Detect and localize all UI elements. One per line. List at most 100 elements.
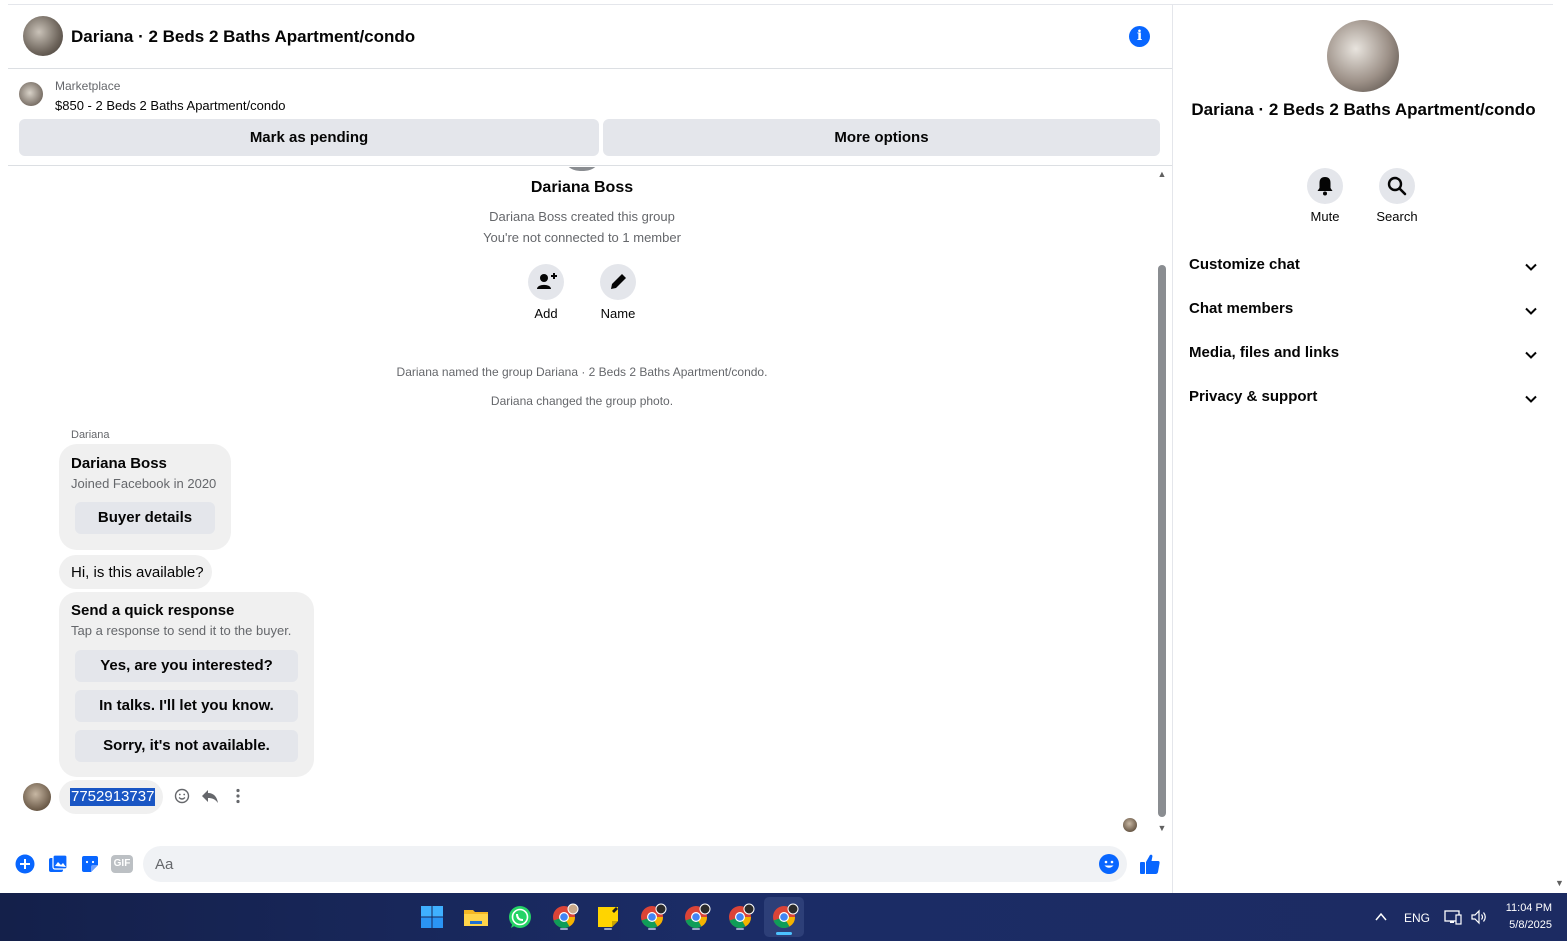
profile-card-bubble: Dariana Boss Joined Facebook in 2020 Buy… [59,444,231,550]
language-indicator[interactable]: ENG [1404,911,1430,925]
chrome-icon[interactable] [636,901,668,933]
buyer-name: Dariana Boss [71,455,167,472]
creator-name: Dariana Boss [530,179,634,196]
running-indicator [692,928,700,930]
message-text: Hi, is this available? [71,564,204,581]
quick-response-option[interactable]: Yes, are you interested? [75,650,298,682]
listing-thumbnail[interactable] [19,82,43,106]
message-bubble[interactable]: Hi, is this available? [59,555,212,589]
page-scrollbar[interactable]: ▼ [1553,4,1567,893]
seen-avatar [1123,818,1137,832]
more-actions-icon[interactable] [228,786,248,806]
message-input-placeholder: Aa [155,856,174,873]
start-icon[interactable] [416,901,448,933]
quick-response-option[interactable]: Sorry, it's not available. [75,730,298,762]
react-icon[interactable] [172,786,192,806]
chat-title[interactable]: Dariana · 2 Beds 2 Baths Apartment/condo [71,27,415,47]
add-member-button[interactable] [528,264,564,300]
mute-button[interactable] [1307,168,1343,204]
panel-chat-name: Dariana · 2 Beds 2 Baths Apartment/condo [1191,100,1536,119]
system-message: Dariana named the group Dariana · 2 Beds… [396,365,768,379]
scroll-up-icon[interactable]: ▲ [1157,169,1167,179]
group-avatar[interactable] [23,16,63,56]
group-photo[interactable] [1327,20,1399,92]
emoji-icon[interactable] [1099,854,1119,874]
mute-label: Mute [1310,209,1340,224]
creator-avatar [562,167,602,171]
gif-icon[interactable]: GIF [111,854,133,874]
name-group-button[interactable] [600,264,636,300]
not-connected-text: You're not connected to 1 member [483,230,681,245]
add-label: Add [534,306,558,321]
chevron-up-icon[interactable] [1374,910,1388,924]
more-options-button[interactable]: More options [603,119,1160,156]
system-message: Dariana changed the group photo. [490,394,674,408]
chrome-icon[interactable] [548,901,580,933]
section-chat-members[interactable]: Chat members [1189,300,1539,324]
scroll-thumb[interactable] [1158,265,1166,817]
scroll-down-icon[interactable]: ▼ [1157,823,1167,833]
buyer-details-button[interactable]: Buyer details [75,502,215,534]
pencil-icon [611,274,626,289]
info-icon[interactable]: i [1129,26,1150,47]
composer: GIF Aa [8,843,1172,887]
page-scroll-down-icon[interactable]: ▼ [1555,878,1564,888]
running-indicator [648,928,656,930]
chevron-down-icon [1525,351,1537,359]
section-label: Chat members [1189,300,1294,317]
chevron-down-icon [1525,263,1537,271]
chrome-icon-active[interactable] [764,897,804,937]
section-label: Media, files and links [1189,344,1340,361]
section-privacy-support[interactable]: Privacy & support [1189,388,1539,412]
like-icon[interactable] [1139,853,1161,875]
chevron-down-icon [1525,307,1537,315]
clock-time[interactable]: 11:04 PM [1500,902,1552,914]
chat-details-panel: Dariana · 2 Beds 2 Baths Apartment/condo… [1172,4,1553,893]
clock-date[interactable]: 5/8/2025 [1500,919,1552,931]
running-indicator [736,928,744,930]
section-customize-chat[interactable]: Customize chat [1189,256,1539,280]
mark-as-pending-button[interactable]: Mark as pending [19,119,599,156]
section-label: Customize chat [1189,256,1300,273]
running-indicator [604,928,612,930]
chrome-icon[interactable] [680,901,712,933]
listing-source: Marketplace [55,79,121,93]
message-input[interactable]: Aa [143,846,1127,882]
selected-phone-text[interactable]: 7752913737 [70,788,156,806]
quick-response-bubble: Send a quick response Tap a response to … [59,592,314,777]
quick-response-title: Send a quick response [71,602,235,619]
search-label: Search [1376,209,1418,224]
bell-icon [1317,177,1333,196]
chat-window: Dariana · 2 Beds 2 Baths Apartment/condo… [8,4,1172,893]
active-indicator [776,932,792,935]
sender-avatar[interactable] [23,783,51,811]
photo-icon[interactable] [48,854,68,874]
message-scrollbar[interactable]: ▲ ▼ [1156,167,1168,835]
chevron-down-icon [1525,395,1537,403]
whatsapp-icon[interactable] [504,901,536,933]
message-list: Dariana Boss Dariana Boss created this g… [8,167,1172,835]
search-icon [1387,176,1407,196]
listing-price-title[interactable]: $850 - 2 Beds 2 Baths Apartment/condo [55,98,286,113]
group-created-text: Dariana Boss created this group [489,209,675,224]
volume-icon[interactable] [1470,908,1488,926]
network-icon[interactable] [1444,908,1462,926]
taskbar: ENG 11:04 PM 5/8/2025 [0,893,1567,941]
file-explorer-icon[interactable] [460,901,492,933]
sticker-icon[interactable] [80,854,100,874]
chrome-icon[interactable] [724,901,756,933]
plus-icon[interactable] [15,854,35,874]
sender-name: Dariana [71,429,110,441]
name-label: Name [600,306,636,321]
quick-response-subtitle: Tap a response to send it to the buyer. [71,623,292,638]
running-indicator [560,928,568,930]
reply-icon[interactable] [200,786,220,806]
add-person-icon [537,273,557,289]
section-media-files-links[interactable]: Media, files and links [1189,344,1539,368]
search-button[interactable] [1379,168,1415,204]
quick-response-option[interactable]: In talks. I'll let you know. [75,690,298,722]
chat-header: Dariana · 2 Beds 2 Baths Apartment/condo… [8,5,1172,69]
sticky-notes-icon[interactable] [592,901,624,933]
listing-banner: Marketplace $850 - 2 Beds 2 Baths Apartm… [8,70,1172,166]
message-bubble[interactable]: 7752913737 [59,780,163,814]
